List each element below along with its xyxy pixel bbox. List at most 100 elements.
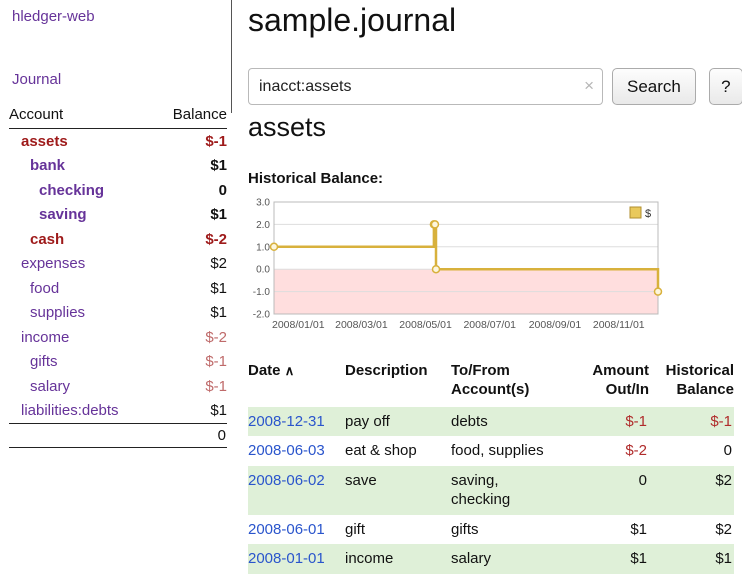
account-link[interactable]: checking <box>9 182 104 199</box>
sort-asc-icon: ∧ <box>285 363 295 378</box>
total-balance: 0 <box>218 427 226 444</box>
account-link[interactable]: saving <box>9 206 87 223</box>
date-header-label: Date <box>248 362 281 379</box>
amount-cell: $1 <box>579 544 649 574</box>
y-tick-label: 0.0 <box>256 265 270 276</box>
accounts-cell: debts <box>451 407 579 437</box>
account-row: salary $-1 <box>9 374 227 399</box>
search-input[interactable] <box>248 68 603 105</box>
account-table: Account Balance assets$-1bank$1checking0… <box>0 102 236 448</box>
transaction-date-link[interactable]: 2008-06-01 <box>248 521 325 538</box>
account-link[interactable]: cash <box>9 231 64 248</box>
x-tick-label: 2008/09/01 <box>529 319 582 331</box>
date-cell: 2008-01-01 <box>248 544 345 574</box>
transaction-date-link[interactable]: 2008-06-03 <box>248 442 325 459</box>
legend-label: $ <box>645 208 651 220</box>
x-tick-label: 2008/03/01 <box>335 319 388 331</box>
historical-balance-cell: 0 <box>649 436 734 466</box>
description-cell: pay off <box>345 407 451 437</box>
account-link[interactable]: gifts <box>9 353 58 370</box>
description-header-label: Description <box>345 362 451 381</box>
account-link[interactable]: food <box>9 280 59 297</box>
page-title: sample.journal <box>248 2 456 39</box>
account-row: food $1 <box>9 276 227 301</box>
account-balance: $-2 <box>205 329 227 346</box>
accounts-cell: gifts <box>451 515 579 545</box>
accounts-cell: food, supplies <box>451 436 579 466</box>
balance-header-line1: Historical <box>649 362 734 381</box>
register-row: 2008-06-02savesaving, checking0$2 <box>248 466 734 515</box>
accounts-cell: saving, checking <box>451 466 579 515</box>
x-tick-label: 2008/11/01 <box>593 319 645 331</box>
register-header: Date ∧ Description To/From Account(s) Am… <box>248 360 734 407</box>
sidebar: hledger-web Journal Account Balance asse… <box>0 0 236 582</box>
account-link[interactable]: supplies <box>9 304 85 321</box>
account-balance: $-1 <box>205 133 227 150</box>
data-point-marker <box>271 243 278 250</box>
balance-header-line2: Balance <box>649 381 734 400</box>
historical-balance-cell: $2 <box>649 515 734 545</box>
accounts-cell: salary <box>451 544 579 574</box>
account-link[interactable]: expenses <box>9 255 85 272</box>
amount-cell: $-1 <box>579 407 649 437</box>
date-cell: 2008-06-01 <box>248 515 345 545</box>
data-point-marker <box>433 266 440 273</box>
description-cell: gift <box>345 515 451 545</box>
historical-balance-column-header: Historical Balance <box>649 360 734 407</box>
account-balance: $-1 <box>205 353 227 370</box>
account-balance: $1 <box>210 304 227 321</box>
account-balance: $1 <box>210 206 227 223</box>
account-row: bank$1 <box>9 154 227 179</box>
account-balance: $1 <box>210 280 227 297</box>
main-content: sample.journal × Search ? assets Histori… <box>248 0 734 582</box>
account-link[interactable]: income <box>9 329 69 346</box>
clear-search-icon[interactable]: × <box>584 76 594 96</box>
amount-column-header: Amount Out/In <box>579 360 649 407</box>
help-button[interactable]: ? <box>709 68 742 105</box>
brand-link[interactable]: hledger-web <box>12 8 95 25</box>
nav-journal-link[interactable]: Journal <box>12 71 61 88</box>
description-cell: save <box>345 466 451 515</box>
register-row: 2008-06-03eat & shopfood, supplies$-20 <box>248 436 734 466</box>
account-link[interactable]: bank <box>9 157 65 174</box>
account-row: saving $1 <box>9 203 227 228</box>
historical-balance-cell: $1 <box>649 544 734 574</box>
historical-balance-cell: $2 <box>649 466 734 515</box>
account-balance: $-1 <box>205 378 227 395</box>
account-link[interactable]: liabilities:debts <box>9 402 119 419</box>
y-tick-label: 3.0 <box>256 198 270 209</box>
y-tick-label: -1.0 <box>253 287 271 298</box>
amount-cell: $-2 <box>579 436 649 466</box>
amount-header-line1: Amount <box>579 362 649 381</box>
amount-cell: $1 <box>579 515 649 545</box>
y-tick-label: -2.0 <box>253 310 271 321</box>
account-row: income $-2 <box>9 325 227 350</box>
account-tree: assets$-1bank$1checking0saving$1cash$-2e… <box>9 129 227 423</box>
account-row: liabilities:debts$1 <box>9 399 227 424</box>
account-link[interactable]: salary <box>9 378 70 395</box>
account-row: expenses$2 <box>9 252 227 277</box>
register-table: Date ∧ Description To/From Account(s) Am… <box>248 360 734 574</box>
date-cell: 2008-12-31 <box>248 407 345 437</box>
register-row: 2008-12-31pay offdebts$-1$-1 <box>248 407 734 437</box>
accounts-header-line2: Account(s) <box>451 381 579 400</box>
description-cell: income <box>345 544 451 574</box>
account-link[interactable]: assets <box>9 133 68 150</box>
date-column-header[interactable]: Date ∧ <box>248 360 345 407</box>
transaction-date-link[interactable]: 2008-12-31 <box>248 413 325 430</box>
accounts-header-line1: To/From <box>451 362 579 381</box>
accounts-column-header: To/From Account(s) <box>451 360 579 407</box>
chart-title: Historical Balance: <box>248 170 383 187</box>
search-button[interactable]: Search <box>612 68 696 105</box>
register-header-row: Date ∧ Description To/From Account(s) Am… <box>248 360 734 407</box>
search-bar: × Search ? <box>248 68 742 105</box>
legend-swatch <box>630 207 641 218</box>
transaction-date-link[interactable]: 2008-01-01 <box>248 550 325 567</box>
search-box: × <box>248 68 603 105</box>
x-tick-label: 2008/05/01 <box>399 319 452 331</box>
y-tick-label: 2.0 <box>256 220 270 231</box>
account-table-header: Account Balance <box>9 102 227 129</box>
date-cell: 2008-06-02 <box>248 466 345 515</box>
transaction-date-link[interactable]: 2008-06-02 <box>248 472 325 489</box>
account-heading: assets <box>248 112 326 143</box>
